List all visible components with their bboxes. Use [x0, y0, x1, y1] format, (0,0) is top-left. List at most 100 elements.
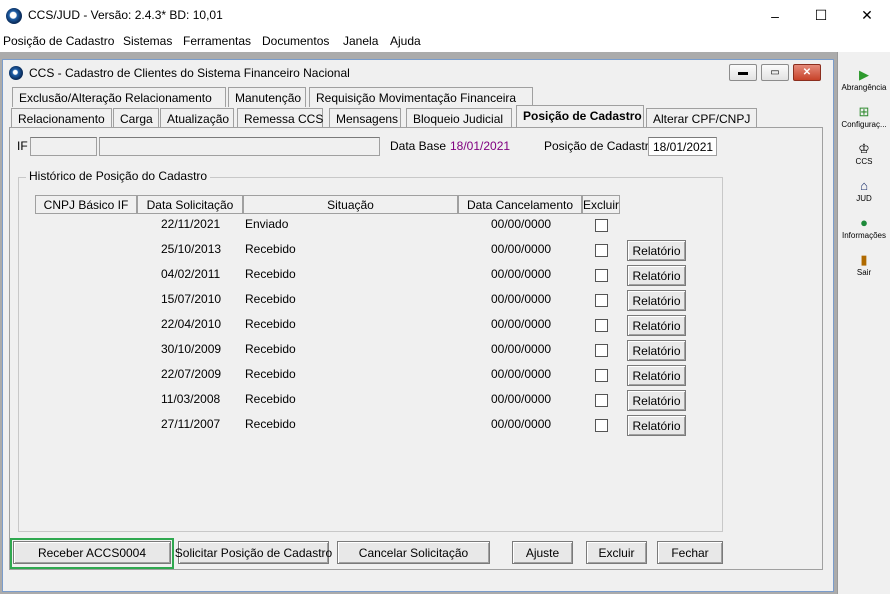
child-maximize-button[interactable]: ▭	[761, 64, 789, 81]
child-title: CCS - Cadastro de Clientes do Sistema Fi…	[29, 66, 350, 80]
tab-atualizacao[interactable]: Atualização	[160, 108, 234, 128]
if-code-field[interactable]	[30, 137, 97, 156]
cell-data-cancelamento: 00/00/0000	[491, 267, 552, 281]
col-excluir-header[interactable]: Excluir	[582, 195, 620, 214]
child-titlebar: CCS - Cadastro de Clientes do Sistema Fi…	[3, 60, 833, 86]
cell-situacao: Recebido	[245, 292, 296, 306]
history-group	[18, 177, 723, 532]
ajuste-button[interactable]: Ajuste	[512, 541, 573, 564]
child-logo-icon	[9, 66, 23, 80]
relatorio-button[interactable]: Relatório	[627, 390, 686, 411]
tool-ccs[interactable]: ♔ CCS	[838, 141, 890, 167]
tab-alterar-cpf-cnpj[interactable]: Alterar CPF/CNPJ	[646, 108, 757, 128]
tab-posicao-cadastro[interactable]: Posição de Cadastro	[516, 105, 644, 127]
relatorio-button[interactable]: Relatório	[627, 265, 686, 286]
cancelar-solicitacao-button[interactable]: Cancelar Solicitação	[337, 541, 490, 564]
cell-data-cancelamento: 00/00/0000	[491, 392, 552, 406]
tab-relacionamento[interactable]: Relacionamento	[11, 108, 112, 128]
excluir-checkbox[interactable]	[595, 419, 608, 432]
child-minimize-button[interactable]: ▬	[729, 64, 757, 81]
tab-remessa-ccs[interactable]: Remessa CCS	[237, 108, 323, 128]
cell-situacao: Recebido	[245, 242, 296, 256]
cell-data-solicitacao: 15/07/2010	[161, 292, 222, 306]
tab-carga[interactable]: Carga	[113, 108, 159, 128]
app-logo-icon	[6, 8, 22, 24]
history-title: Histórico de Posição do Cadastro	[26, 169, 211, 183]
tab-requisicao-movimentacao[interactable]: Requisição Movimentação Financeira	[309, 87, 533, 107]
relatorio-button[interactable]: Relatório	[627, 365, 686, 386]
excluir-checkbox[interactable]	[595, 369, 608, 382]
tab-mensagens[interactable]: Mensagens	[329, 108, 401, 128]
posicao-cadastro-field[interactable]: 18/01/2021	[648, 137, 717, 156]
receber-accs0004-button[interactable]: Receber ACCS0004	[13, 541, 171, 564]
ccs-icon: ♔	[858, 141, 870, 156]
col-data-cancelamento-header[interactable]: Data Cancelamento	[458, 195, 582, 214]
excluir-checkbox[interactable]	[595, 394, 608, 407]
excluir-checkbox[interactable]	[595, 294, 608, 307]
col-situacao-header[interactable]: Situação	[243, 195, 458, 214]
cell-situacao: Recebido	[245, 417, 296, 431]
side-toolbar: ▶ Abrangência ⊞ Configuraç... ♔ CCS ⌂ JU…	[837, 52, 890, 594]
relatorio-button[interactable]: Relatório	[627, 340, 686, 361]
tool-abrangencia-label: Abrangência	[841, 83, 887, 92]
excluir-checkbox[interactable]	[595, 344, 608, 357]
globe-icon: ●	[860, 215, 868, 230]
cell-data-solicitacao: 30/10/2009	[161, 342, 222, 356]
tab-manutencao[interactable]: Manutenção	[228, 87, 306, 107]
excluir-checkbox[interactable]	[595, 319, 608, 332]
cell-data-solicitacao: 27/11/2007	[161, 417, 221, 431]
cell-data-solicitacao: 22/04/2010	[161, 317, 222, 331]
tool-abrangencia[interactable]: ▶ Abrangência	[838, 68, 890, 93]
cell-data-cancelamento: 00/00/0000	[491, 367, 552, 381]
menu-janela[interactable]: Janela	[343, 34, 378, 48]
cell-data-solicitacao: 11/03/2008	[161, 392, 221, 406]
cell-situacao: Recebido	[245, 392, 296, 406]
relatorio-button[interactable]: Relatório	[627, 240, 686, 261]
tool-sair[interactable]: ▮ Sair	[838, 252, 890, 278]
tool-jud-label: JUD	[856, 194, 872, 203]
relatorio-button[interactable]: Relatório	[627, 415, 686, 436]
data-base-value: 18/01/2021	[450, 139, 511, 153]
tool-informacoes-label: Informações	[841, 231, 887, 240]
col-data-solicitacao-header[interactable]: Data Solicitação	[137, 195, 243, 214]
excluir-checkbox[interactable]	[595, 219, 608, 232]
menu-posicao-cadastro[interactable]: Posição de Cadastro	[3, 34, 114, 48]
tab-bloqueio-judicial[interactable]: Bloqueio Judicial	[406, 108, 512, 128]
cell-data-cancelamento: 00/00/0000	[491, 317, 552, 331]
tab-exclusao-alteracao[interactable]: Exclusão/Alteração Relacionamento	[12, 87, 226, 107]
excluir-checkbox[interactable]	[595, 244, 608, 257]
if-name-field[interactable]	[99, 137, 380, 156]
col-cnpj-header[interactable]: CNPJ Básico IF	[35, 195, 137, 214]
menu-ferramentas[interactable]: Ferramentas	[183, 34, 251, 48]
tool-configuracao-label: Configuraç...	[841, 120, 887, 129]
solicitar-posicao-button[interactable]: Solicitar Posição de Cadastro	[175, 541, 332, 564]
cell-situacao: Recebido	[245, 342, 296, 356]
cell-data-solicitacao: 25/10/2013	[161, 242, 222, 256]
close-button[interactable]: ✕	[844, 0, 890, 31]
cell-situacao: Enviado	[245, 217, 289, 231]
tool-jud[interactable]: ⌂ JUD	[838, 179, 890, 204]
relatorio-button[interactable]: Relatório	[627, 290, 686, 311]
child-close-button[interactable]: ✕	[793, 64, 821, 81]
relatorio-button[interactable]: Relatório	[627, 315, 686, 336]
tool-informacoes[interactable]: ● Informações	[838, 215, 890, 241]
tool-ccs-label: CCS	[855, 157, 873, 166]
minimize-button[interactable]: –	[752, 0, 798, 31]
cell-data-cancelamento: 00/00/0000	[491, 417, 552, 431]
menu-documentos[interactable]: Documentos	[262, 34, 329, 48]
exit-door-icon: ▮	[860, 252, 868, 267]
tool-configuracao[interactable]: ⊞ Configuraç...	[838, 104, 890, 130]
excluir-button[interactable]: Excluir	[586, 541, 647, 564]
cell-data-cancelamento: 00/00/0000	[491, 217, 552, 231]
menu-ajuda[interactable]: Ajuda	[390, 34, 421, 48]
maximize-button[interactable]: ☐	[798, 0, 844, 31]
if-label: IF	[17, 139, 28, 153]
cell-situacao: Recebido	[245, 267, 296, 281]
config-grid-icon: ⊞	[858, 104, 870, 119]
excluir-checkbox[interactable]	[595, 269, 608, 282]
menu-sistemas[interactable]: Sistemas	[123, 34, 172, 48]
data-base-label: Data Base	[390, 139, 447, 153]
menu-bar: Posição de Cadastro Sistemas Ferramentas…	[0, 31, 890, 52]
cell-data-cancelamento: 00/00/0000	[491, 342, 552, 356]
fechar-button[interactable]: Fechar	[657, 541, 723, 564]
